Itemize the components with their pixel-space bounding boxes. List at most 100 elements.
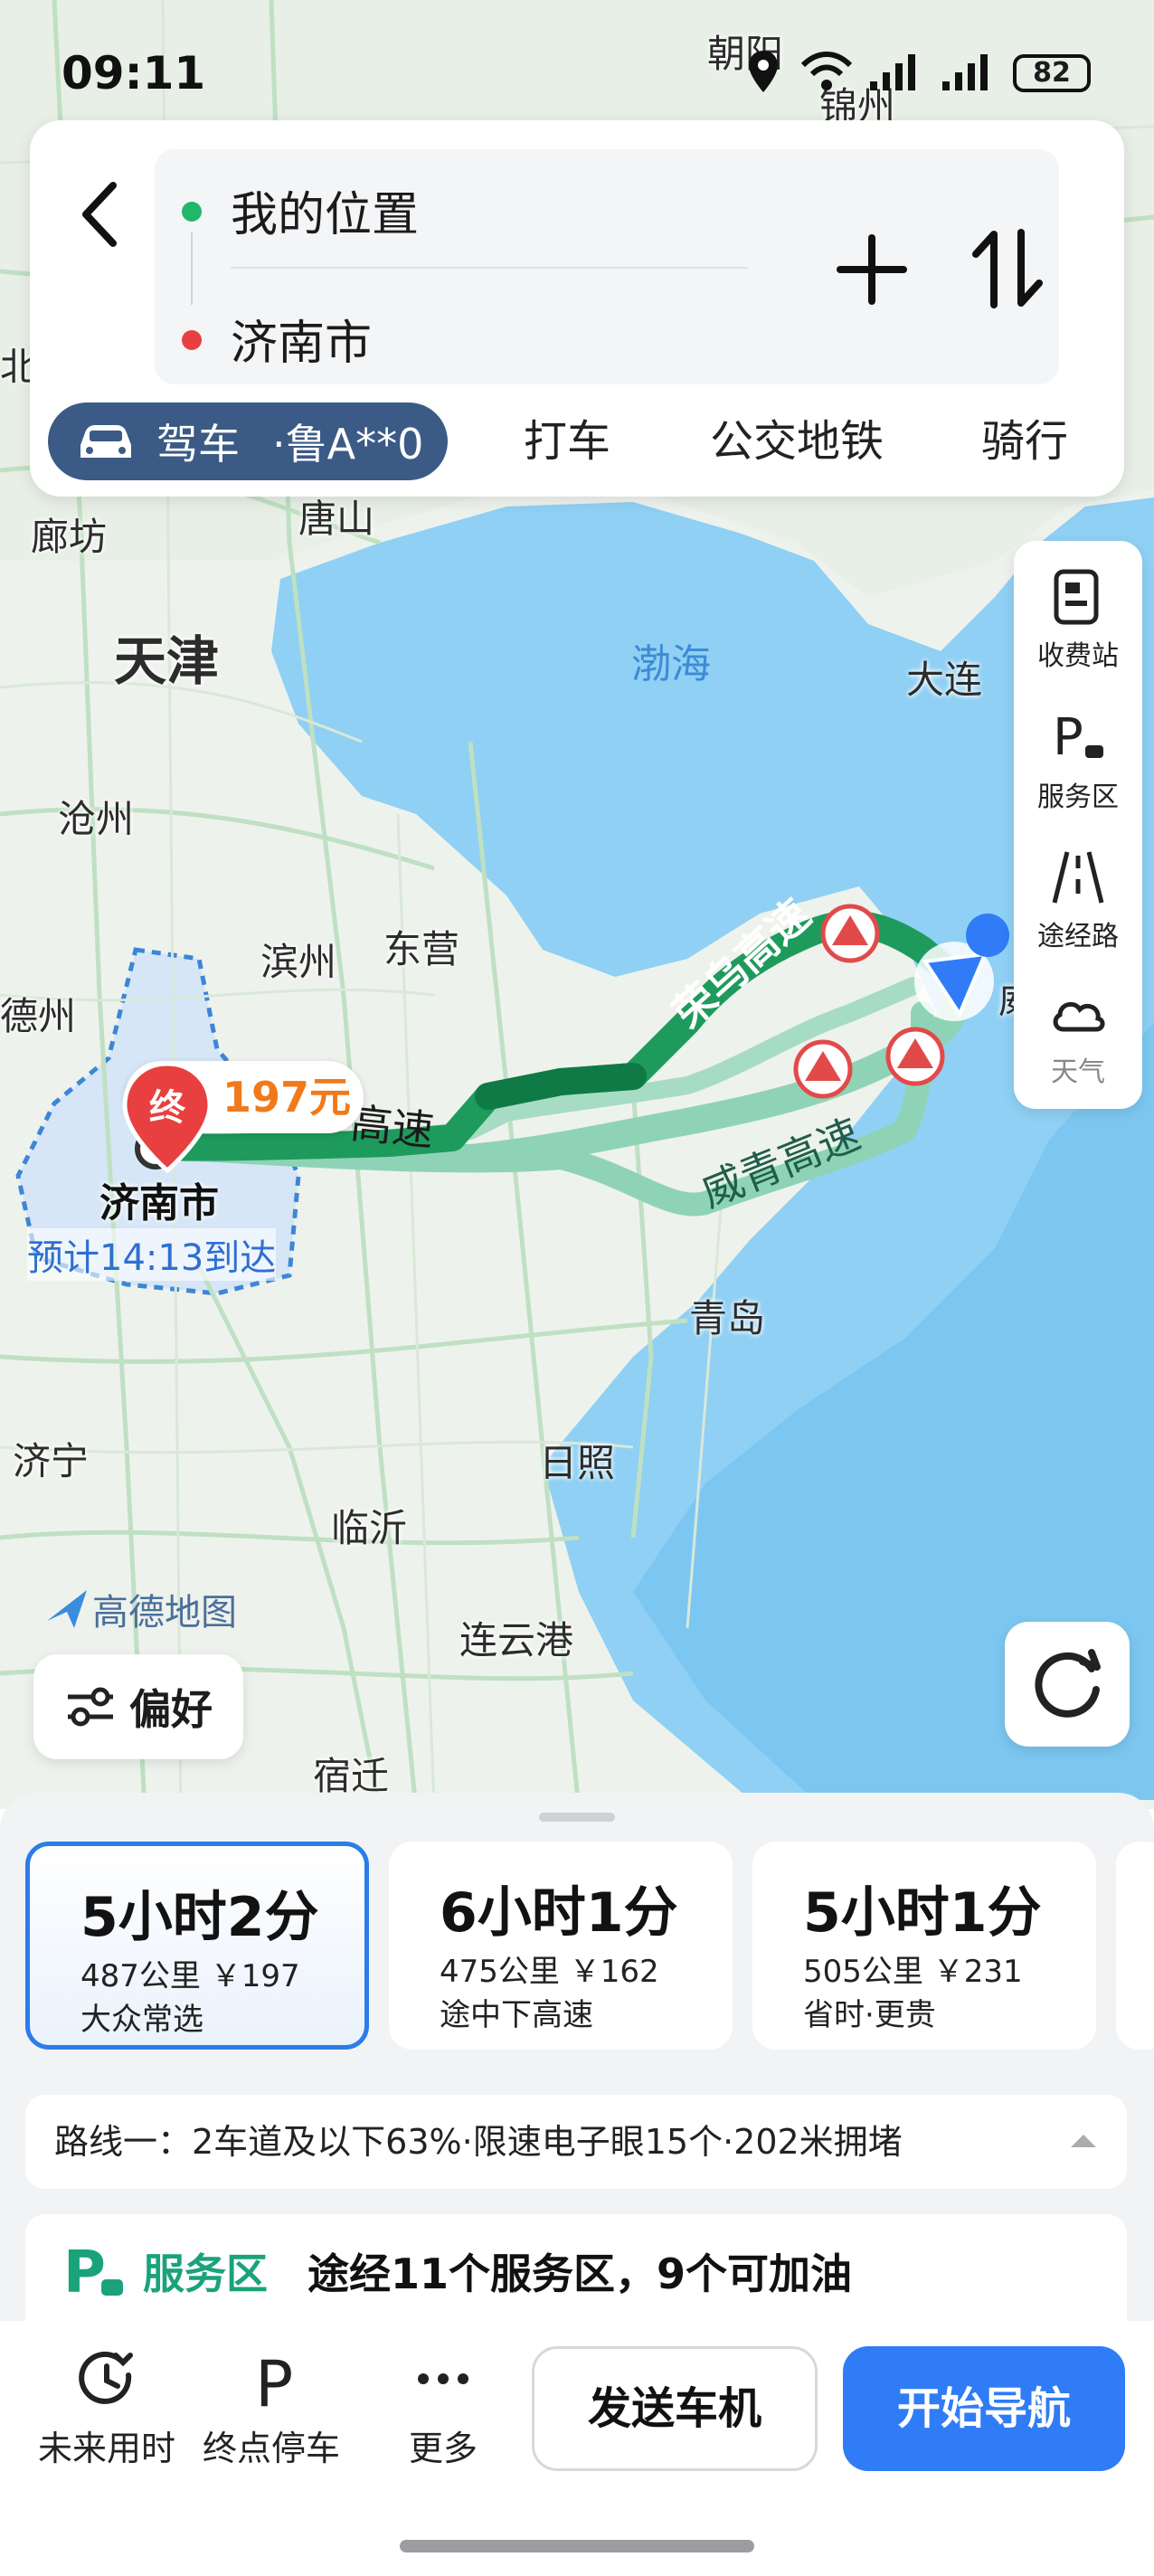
route-options: 5小时2分 487公里 ￥197 大众常选 6小时1分 475公里 ￥162 途… — [25, 1842, 1154, 2050]
clock-icon — [79, 2351, 133, 2404]
route-option-1[interactable]: 5小时2分 487公里 ￥197 大众常选 — [25, 1842, 369, 2050]
weather-button[interactable]: 天气 — [1014, 984, 1142, 1089]
city-label: 滨州 — [260, 940, 337, 984]
brand-name: 高德地图 — [92, 1592, 237, 1634]
destination-pin-icon[interactable]: 终 — [118, 1058, 217, 1176]
city-label: 临沂 — [331, 1506, 408, 1550]
map-tool-panel: 收费站 P 服务区 途经路 天气 — [1014, 541, 1142, 1109]
city-label: 济宁 — [13, 1439, 90, 1483]
route-meta: 475公里 ￥162 — [440, 1954, 659, 1990]
destination-field[interactable]: 济南市 — [231, 305, 372, 373]
route-duration: 5小时1分 — [803, 1881, 1042, 1945]
svg-text:P: P — [255, 2348, 293, 2411]
add-stop-icon[interactable] — [831, 229, 913, 310]
tab-bike[interactable]: 骑行 — [981, 402, 1068, 480]
preference-label: 偏好 — [129, 1685, 213, 1734]
via-road-button[interactable]: 途经路 — [1014, 848, 1142, 953]
city-label: 青岛 — [689, 1296, 766, 1340]
future-time-button[interactable]: 未来用时 — [25, 2348, 188, 2470]
route-option-3[interactable]: 5小时1分 505公里 ￥231 省时·更贵 — [752, 1842, 1096, 2050]
route-meta: 487公里 ￥197 — [80, 1958, 300, 1994]
service-area-text: 途经11个服务区，9个可加油 — [307, 2249, 853, 2298]
via-road-icon — [1052, 851, 1104, 904]
service-area-button[interactable]: P 服务区 — [1014, 709, 1142, 814]
toll-station-icon — [1054, 569, 1099, 625]
license-plate: ·鲁A**0 — [272, 420, 424, 469]
brand-logo: 高德地图 — [43, 1583, 237, 1635]
bottom-action-bar: 未来用时 P 终点停车 更多 发送车机 开始导航 — [0, 2321, 1154, 2576]
tool-label: 收费站 — [1037, 640, 1119, 672]
more-label: 更多 — [408, 2429, 478, 2468]
city-label: 东营 — [383, 927, 460, 971]
destination-marker-text: 终 — [149, 1087, 186, 1129]
origin-dot-icon — [182, 202, 202, 222]
route-option-peek[interactable] — [1116, 1842, 1154, 2050]
city-label: 大连 — [906, 658, 983, 702]
route-meta: 505公里 ￥231 — [803, 1954, 1023, 1990]
city-label: 天津 — [114, 630, 220, 692]
service-area-icon: P — [63, 2240, 123, 2303]
signal-icon — [870, 54, 915, 90]
city-label: 连云港 — [459, 1618, 574, 1662]
weather-icon — [1053, 1001, 1105, 1032]
car-icon — [80, 425, 131, 458]
status-bar: 09:11 82 — [0, 0, 1154, 118]
svg-text:P: P — [63, 2240, 106, 2303]
send-to-car-button[interactable]: 发送车机 — [532, 2346, 818, 2471]
signal-icon — [942, 54, 988, 90]
route-option-2[interactable]: 6小时1分 475公里 ￥162 途中下高速 — [389, 1842, 733, 2050]
preference-button[interactable]: 偏好 — [33, 1654, 243, 1759]
start-navigation-button[interactable]: 开始导航 — [843, 2346, 1125, 2471]
destination-parking-button[interactable]: P 终点停车 — [190, 2348, 353, 2470]
tab-drive-label: 驾车 — [156, 420, 240, 469]
wifi-icon — [800, 52, 853, 90]
toll-station-button[interactable]: 收费站 — [1014, 568, 1142, 673]
tab-taxi[interactable]: 打车 — [524, 402, 610, 480]
destination-name: 济南市 — [99, 1180, 219, 1226]
route-detail-text: 路线一：2车道及以下63%·限速电子眼15个·202米拥堵 — [54, 2122, 903, 2162]
sliders-icon — [68, 1687, 113, 1727]
back-icon[interactable] — [57, 166, 147, 265]
svg-text:P: P — [1053, 709, 1083, 767]
route-input-box: 我的位置 济南市 — [155, 149, 1059, 384]
home-indicator[interactable] — [400, 2540, 754, 2552]
gaode-logo-icon — [47, 1590, 87, 1628]
eta-label: 预计14:13到达 — [27, 1228, 277, 1281]
city-label: 日照 — [539, 1441, 616, 1485]
service-area-icon: P — [1053, 709, 1103, 767]
clock: 09:11 — [61, 47, 206, 99]
battery-indicator: 82 — [1013, 54, 1091, 92]
route-duration: 5小时2分 — [80, 1886, 319, 1949]
route-duration: 6小时1分 — [440, 1881, 678, 1945]
tab-transit[interactable]: 公交地铁 — [710, 402, 884, 480]
more-button[interactable]: 更多 — [362, 2348, 525, 2470]
refresh-icon — [1035, 1649, 1101, 1718]
origin-field[interactable]: 我的位置 — [231, 176, 419, 244]
tab-drive[interactable]: 驾车 ·鲁A**0 — [48, 402, 448, 480]
route-search-card: 我的位置 济南市 驾车 ·鲁A**0 打车 公交地铁 骑行 — [30, 120, 1124, 497]
service-area-row[interactable]: P 服务区 途经11个服务区，9个可加油 — [25, 2214, 1127, 2332]
tool-label: 途经路 — [1037, 921, 1119, 952]
destination-parking-label: 终点停车 — [202, 2429, 340, 2468]
swap-icon[interactable] — [967, 225, 1048, 312]
future-time-label: 未来用时 — [37, 2429, 175, 2468]
city-label: 沧州 — [58, 797, 135, 841]
sheet-handle[interactable] — [539, 1813, 615, 1822]
divider — [191, 232, 193, 305]
city-label: 廊坊 — [31, 515, 108, 559]
tool-label: 服务区 — [1037, 781, 1119, 813]
tool-label: 天气 — [1051, 1056, 1105, 1088]
route-tag: 途中下高速 — [440, 1997, 593, 2033]
route-detail-row[interactable]: 路线一：2车道及以下63%·限速电子眼15个·202米拥堵 — [25, 2095, 1127, 2189]
city-label: 唐山 — [298, 497, 375, 541]
divider — [231, 267, 748, 269]
route-tag: 大众常选 — [80, 2002, 203, 2038]
route-tag: 省时·更贵 — [803, 1997, 936, 2033]
more-icon — [418, 2373, 468, 2384]
city-label: 德州 — [0, 994, 77, 1038]
chevron-up-icon — [1071, 2135, 1096, 2147]
sea-label: 渤海 — [631, 641, 711, 687]
travel-mode-tabs: 驾车 ·鲁A**0 打车 公交地铁 骑行 — [48, 402, 1115, 480]
service-area-label: 服务区 — [143, 2249, 268, 2298]
refresh-button[interactable] — [1005, 1622, 1130, 1747]
